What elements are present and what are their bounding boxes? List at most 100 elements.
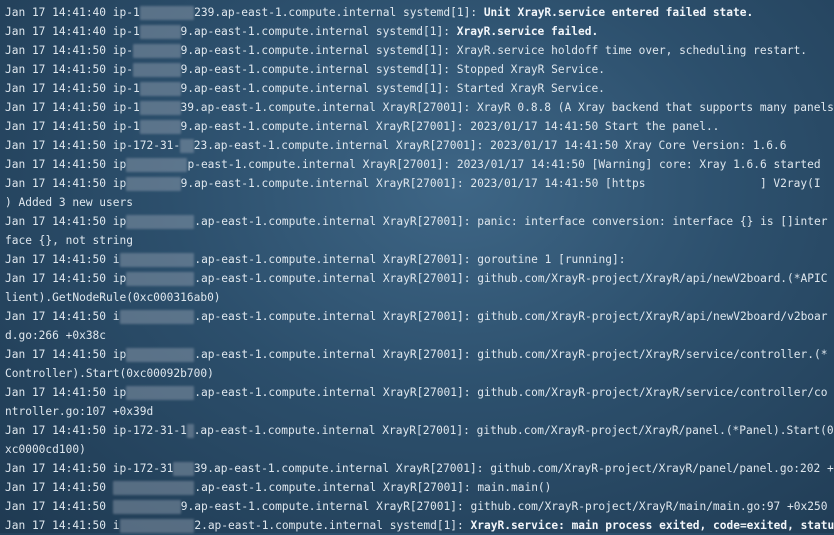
log-hostname: ip: [112, 272, 127, 285]
log-line: Jan 17 14:41:50 ip p-east-1.compute.inte…: [5, 155, 834, 174]
log-process: systemd[1]:: [375, 44, 451, 57]
log-message: github.com/XrayR-project/XrayR/panel/pan…: [490, 462, 834, 475]
log-hostname-suffix: 9.ap-east-1.compute.internal: [180, 44, 370, 57]
log-hostname-suffix: 39.ap-east-1.compute.internal: [193, 462, 390, 475]
log-hostname-suffix: 39.ap-east-1.compute.internal: [180, 101, 376, 114]
log-message: main.main(): [477, 481, 552, 494]
log-message: 2023/01/17 14:41:50 Start the panel..: [470, 120, 720, 133]
log-timestamp: Jan 17 14:41:50: [5, 272, 107, 285]
log-hostname: i: [112, 253, 120, 266]
log-timestamp: Jan 17 14:41:50: [5, 386, 107, 399]
log-hostname-suffix: .ap-east-1.compute.internal: [194, 253, 377, 266]
log-hostname-suffix: 9.ap-east-1.compute.internal: [180, 25, 370, 38]
redacted-block: [126, 177, 181, 191]
log-message: XrayR.service: main process exited, code…: [470, 519, 834, 532]
log-hostname-suffix: 9.ap-east-1.compute.internal: [180, 120, 370, 133]
log-message: XrayR 0.8.8 (A Xray backend that support…: [476, 101, 834, 114]
log-hostname-suffix: 2.ap-east-1.compute.internal: [194, 519, 383, 532]
log-line: Jan 17 14:41:50 .ap-east-1.compute.inter…: [5, 478, 834, 497]
log-process: XrayR[27001]:: [382, 253, 471, 266]
redacted-block: [119, 253, 195, 267]
log-message: XrayR.service holdoff time over, schedul…: [456, 44, 808, 57]
log-hostname: ip-1: [112, 82, 140, 95]
log-message: Stopped XrayR Service.: [456, 63, 605, 76]
log-hostname: ip-172-31-1: [112, 424, 187, 437]
log-timestamp: Jan 17 14:41:50: [5, 310, 107, 323]
log-hostname: ip: [112, 177, 127, 190]
log-process: XrayR[27001]:: [362, 158, 451, 171]
log-hostname-suffix: .ap-east-1.compute.internal: [194, 310, 377, 323]
log-process: XrayR[27001]:: [382, 101, 471, 114]
log-process: systemd[1]:: [375, 63, 451, 76]
redacted-block: [126, 386, 195, 400]
log-line: Jan 17 14:41:50 ip-172-31-1 .ap-east-1.c…: [5, 421, 834, 459]
log-hostname-suffix: 23.ap-east-1.compute.internal: [193, 139, 390, 152]
log-hostname-suffix: 9.ap-east-1.compute.internal: [180, 500, 370, 513]
log-timestamp: Jan 17 14:41:50: [5, 120, 107, 133]
log-timestamp: Jan 17 14:41:50: [5, 63, 107, 76]
redacted-block: [139, 101, 181, 115]
log-timestamp: Jan 17 14:41:50: [5, 500, 107, 513]
log-process: XrayR[27001]:: [382, 386, 471, 399]
redacted-block: [126, 215, 195, 229]
log-timestamp: Jan 17 14:41:50: [5, 158, 107, 171]
log-process: systemd[1]:: [375, 82, 450, 95]
log-hostname: ip: [112, 215, 127, 228]
log-process: XrayR[27001]:: [382, 424, 470, 437]
log-process: XrayR[27001]:: [376, 177, 464, 190]
log-line: Jan 17 14:41:50 ip-172-31 39.ap-east-1.c…: [5, 459, 834, 478]
log-line: Jan 17 14:41:50 ip-172-31- 23.ap-east-1.…: [5, 136, 834, 155]
log-line: Jan 17 14:41:50 i .ap-east-1.compute.int…: [5, 307, 834, 345]
redacted-block: [173, 462, 194, 476]
log-process: XrayR[27001]:: [376, 500, 464, 513]
log-line: Jan 17 14:41:50 ip 9.ap-east-1.compute.i…: [5, 174, 834, 212]
redacted-block: [139, 120, 181, 134]
log-hostname-suffix: .ap-east-1.compute.internal: [194, 272, 377, 285]
log-process: XrayR[27001]:: [395, 139, 484, 152]
log-hostname: ip-172-31: [112, 462, 174, 475]
log-message: 2023/01/17 14:41:50 [Warning] core: Xray…: [456, 158, 821, 171]
redacted-block: [112, 500, 181, 514]
log-hostname: ip-1: [112, 101, 140, 114]
log-hostname-suffix: p-east-1.compute.internal: [187, 158, 356, 171]
log-line: Jan 17 14:41:50 ip-1 39.ap-east-1.comput…: [5, 98, 834, 117]
log-hostname: ip: [112, 158, 127, 171]
log-process: XrayR[27001]:: [382, 348, 471, 361]
redacted-block: [139, 6, 195, 20]
log-hostname: ip-172-31-: [112, 139, 181, 152]
log-timestamp: Jan 17 14:41:50: [5, 519, 107, 532]
log-hostname-suffix: .ap-east-1.compute.internal: [193, 424, 376, 437]
redacted-block: [112, 481, 195, 495]
redacted-block: [180, 139, 194, 153]
log-message: Started XrayR Service.: [456, 82, 605, 95]
log-line: Jan 17 14:41:50 ip- 9.ap-east-1.compute.…: [5, 60, 834, 79]
log-hostname-suffix: .ap-east-1.compute.internal: [194, 215, 377, 228]
log-hostname-suffix: 9.ap-east-1.compute.internal: [180, 177, 370, 190]
terminal-window[interactable]: Jan 17 14:41:40 ip-1 239.ap-east-1.compu…: [0, 0, 834, 533]
redacted-block: [119, 519, 195, 533]
log-process: XrayR[27001]:: [383, 481, 471, 494]
log-hostname-suffix: 9.ap-east-1.compute.internal: [180, 63, 370, 76]
log-hostname: ip-1: [112, 120, 140, 133]
redacted-block: [139, 25, 181, 39]
log-hostname: ip-: [112, 44, 134, 57]
log-process: XrayR[27001]:: [382, 272, 471, 285]
log-process: XrayR[27001]:: [382, 310, 471, 323]
redacted-block: [186, 424, 194, 438]
log-message: 2023/01/17 14:41:50 Xray Core Version: 1…: [490, 139, 787, 152]
log-hostname-suffix: .ap-east-1.compute.internal: [194, 348, 377, 361]
log-hostname: i: [112, 310, 120, 323]
log-timestamp: Jan 17 14:41:50: [5, 481, 107, 494]
redacted-block: [133, 44, 181, 58]
log-line: Jan 17 14:41:50 ip .ap-east-1.compute.in…: [5, 383, 834, 421]
log-hostname-suffix: 239.ap-east-1.compute.internal: [194, 6, 397, 19]
log-line: Jan 17 14:41:50 ip .ap-east-1.compute.in…: [5, 269, 834, 307]
log-message: github.com/XrayR-project/XrayR/main/main…: [470, 500, 828, 513]
redacted-block: [139, 82, 181, 96]
log-timestamp: Jan 17 14:41:40: [5, 6, 107, 19]
log-hostname: ip: [112, 348, 127, 361]
log-message: goroutine 1 [running]:: [477, 253, 626, 266]
log-hostname: i: [112, 519, 120, 532]
log-process: systemd[1]:: [389, 519, 464, 532]
log-hostname-suffix: .ap-east-1.compute.internal: [194, 386, 377, 399]
